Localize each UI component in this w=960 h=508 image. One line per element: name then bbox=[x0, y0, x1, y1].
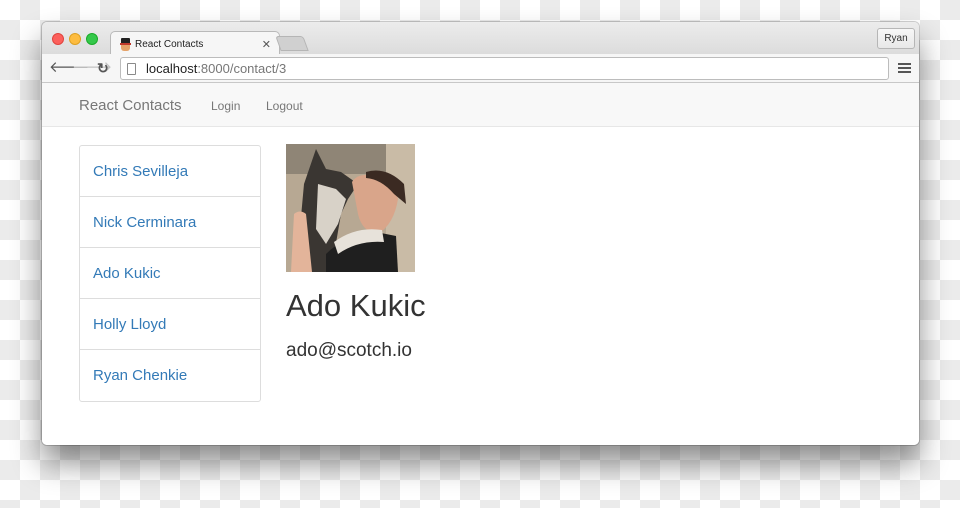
contact-list-item[interactable]: Holly Lloyd bbox=[80, 299, 260, 350]
navbar: React Contacts Login Logout bbox=[42, 83, 919, 127]
new-tab-button[interactable] bbox=[275, 36, 309, 51]
contact-email: ado@scotch.io bbox=[286, 340, 412, 361]
minimize-window-button[interactable] bbox=[69, 33, 81, 45]
browser-window: React Contacts ✕ Ryan 🡐 🡒 ↻ localhost:80… bbox=[42, 22, 919, 445]
logout-link[interactable]: Logout bbox=[266, 99, 303, 113]
contact-list-item[interactable]: Chris Sevilleja bbox=[80, 146, 260, 197]
browser-tab[interactable]: React Contacts ✕ bbox=[110, 31, 280, 55]
hamburger-menu-icon[interactable] bbox=[898, 63, 911, 74]
login-link[interactable]: Login bbox=[211, 99, 240, 113]
tab-close-icon[interactable]: ✕ bbox=[262, 38, 271, 51]
react-contacts-favicon-icon bbox=[119, 37, 132, 51]
contact-list-item[interactable]: Ryan Chenkie bbox=[80, 350, 260, 401]
browser-toolbar: 🡐 🡒 ↻ localhost:8000/contact/3 bbox=[42, 54, 919, 83]
contact-list-item[interactable]: Nick Cerminara bbox=[80, 197, 260, 248]
profile-button[interactable]: Ryan bbox=[877, 28, 915, 49]
contact-photo bbox=[286, 144, 415, 272]
url-text: localhost:8000/contact/3 bbox=[146, 61, 287, 76]
contact-name-heading: Ado Kukic bbox=[286, 288, 426, 323]
reload-icon[interactable]: ↻ bbox=[97, 59, 109, 77]
page-content: React Contacts Login Logout Chris Sevill… bbox=[42, 83, 919, 445]
contact-list-item[interactable]: Ado Kukic bbox=[80, 248, 260, 299]
close-window-button[interactable] bbox=[52, 33, 64, 45]
address-bar[interactable]: localhost:8000/contact/3 bbox=[120, 57, 889, 80]
contacts-list: Chris Sevilleja Nick Cerminara Ado Kukic… bbox=[79, 145, 261, 402]
maximize-window-button[interactable] bbox=[86, 33, 98, 45]
tab-title: React Contacts bbox=[135, 38, 204, 50]
page-icon bbox=[127, 62, 136, 75]
title-bar: React Contacts ✕ Ryan bbox=[42, 22, 919, 55]
navbar-brand[interactable]: React Contacts bbox=[79, 97, 182, 114]
